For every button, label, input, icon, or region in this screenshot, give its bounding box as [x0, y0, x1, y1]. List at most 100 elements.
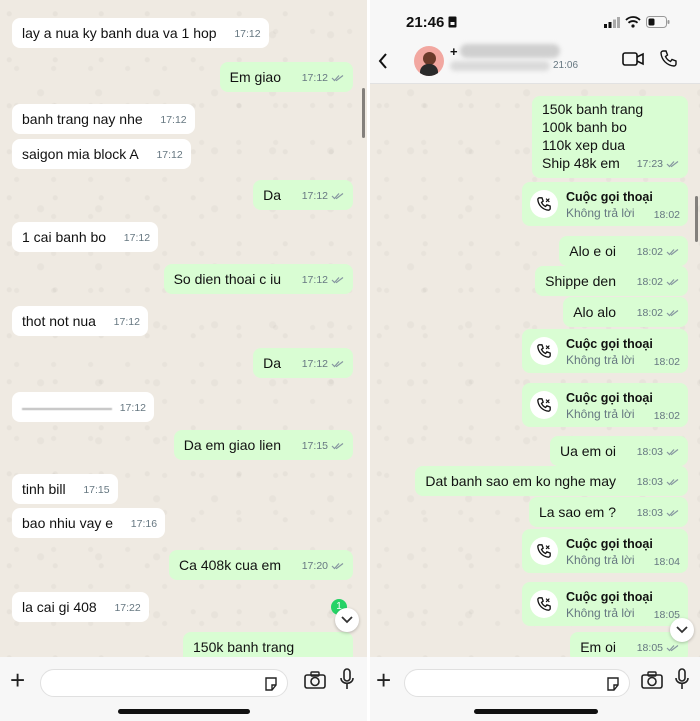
- outgoing-message[interactable]: So dien thoai c iu 17:12: [163, 264, 353, 294]
- plus-icon[interactable]: +: [10, 667, 25, 693]
- right-message-input[interactable]: [404, 669, 630, 697]
- right-scrollbar[interactable]: [695, 196, 698, 242]
- left-message-input[interactable]: [40, 669, 288, 697]
- message-time: 17:12: [302, 187, 345, 205]
- message-text: banh trang nay nhe: [22, 111, 143, 127]
- double-check-icon: [328, 557, 345, 575]
- outgoing-message[interactable]: Alo e oi 18:02: [559, 236, 688, 266]
- message-text: Shippe den: [545, 273, 616, 289]
- message-time: 17:15: [83, 484, 110, 496]
- missed-voice-call[interactable]: Cuộc gọi thoại Không trả lời 18:04: [522, 529, 688, 573]
- outgoing-message[interactable]: Alo alo 18:02: [563, 297, 688, 327]
- video-call-icon[interactable]: [622, 52, 644, 66]
- outgoing-message[interactable]: 150k banh trang 100k banh bo 110k xep dua S…: [532, 96, 688, 178]
- microphone-icon[interactable]: [340, 668, 354, 690]
- message-text: saigon mia block A: [22, 146, 139, 162]
- message-text: Da: [263, 355, 281, 371]
- right-chat-pane: 17:22150k banh trang100k banh bo110k xep…: [370, 0, 700, 721]
- message-time: 18:02: [637, 243, 680, 261]
- camera-icon[interactable]: [304, 671, 326, 689]
- scroll-down-button[interactable]: [335, 608, 359, 632]
- incoming-message[interactable]: banh trang nay nhe 17:12: [12, 104, 195, 134]
- outgoing-message[interactable]: Em giao 17:12: [219, 62, 353, 92]
- incoming-message[interactable]: lay a nua ky banh dua va 1 hop 17:12: [12, 18, 269, 48]
- message-time: 18:02: [637, 273, 680, 291]
- camera-icon[interactable]: [641, 671, 663, 689]
- message-text: 150k banh trang: [193, 639, 295, 655]
- sticker-icon[interactable]: [605, 676, 621, 692]
- left-scrollbar[interactable]: [362, 88, 365, 138]
- message-time: 18:03: [637, 473, 680, 491]
- wifi-icon: [625, 16, 641, 28]
- message-time: 17:12: [113, 316, 140, 328]
- scroll-down-button-right[interactable]: [670, 618, 694, 642]
- message-time: 17:12: [302, 69, 345, 87]
- signal-icon: [604, 17, 620, 28]
- outgoing-message[interactable]: Shippe den 18:02: [535, 266, 688, 296]
- redacted-text: [22, 408, 112, 410]
- phone-call-icon: [530, 537, 558, 565]
- message-text: So dien thoai c iu: [173, 271, 281, 287]
- call-title: Cuộc gọi thoại: [566, 337, 653, 351]
- redacted-message[interactable]: 17:12: [12, 392, 154, 422]
- call-title: Cuộc gọi thoại: [566, 590, 653, 604]
- message-text: 1 cai banh bo: [22, 229, 107, 245]
- message-time: 17:12: [302, 355, 345, 373]
- call-title: Cuộc gọi thoại: [566, 391, 653, 405]
- call-time: 18:04: [653, 556, 680, 568]
- missed-voice-call[interactable]: Cuộc gọi thoại Không trả lời 18:02: [522, 329, 688, 373]
- incoming-message[interactable]: tinh bill 17:15: [12, 474, 118, 504]
- message-text: Alo e oi: [569, 243, 616, 259]
- double-check-icon: [663, 504, 680, 522]
- phone-icon[interactable]: [660, 50, 677, 67]
- incoming-message[interactable]: 1 cai banh bo 17:12: [12, 222, 159, 252]
- redacted-subtitle: [450, 61, 550, 71]
- message-time: 17:12: [160, 114, 187, 126]
- chevron-left-icon[interactable]: [378, 52, 388, 70]
- outgoing-message[interactable]: Da 17:12: [253, 348, 353, 378]
- microphone-icon[interactable]: [675, 668, 689, 690]
- message-text: Dat banh sao em ko nghe may: [425, 473, 616, 489]
- phone-call-icon: [530, 590, 558, 618]
- outgoing-message[interactable]: Da em giao lien 17:15: [173, 430, 353, 460]
- missed-voice-call[interactable]: Cuộc gọi thoại Không trả lời 18:02: [522, 383, 688, 427]
- call-title: Cuộc gọi thoại: [566, 537, 653, 551]
- call-status: Không trả lời: [566, 353, 635, 367]
- incoming-message[interactable]: la cai gi 408 17:22: [12, 592, 149, 622]
- outgoing-message[interactable]: Ua em oi 18:03: [549, 436, 688, 466]
- redacted-name: [460, 44, 560, 58]
- message-text: Em oi: [580, 639, 616, 655]
- double-check-icon: [663, 443, 680, 461]
- incoming-message[interactable]: saigon mia block A 17:12: [12, 139, 191, 169]
- outgoing-message[interactable]: La sao em ? 18:03: [528, 497, 688, 527]
- double-check-icon: [328, 187, 345, 205]
- contact-name[interactable]: +: [450, 44, 458, 59]
- message-text: tinh bill: [22, 481, 66, 497]
- outgoing-message[interactable]: Da 17:12: [253, 180, 353, 210]
- message-text: la cai gi 408: [22, 599, 97, 615]
- missed-voice-call[interactable]: Cuộc gọi thoại Không trả lời 18:02: [522, 182, 688, 226]
- sticker-icon[interactable]: [263, 676, 279, 692]
- message-time: 18:05: [637, 639, 680, 657]
- left-compose-bar: +: [0, 657, 367, 721]
- missed-voice-call[interactable]: Cuộc gọi thoại Không trả lời 18:05: [522, 582, 688, 626]
- id-card-icon: [448, 16, 457, 28]
- message-time: 17:12: [119, 402, 146, 414]
- avatar[interactable]: [414, 46, 444, 76]
- incoming-message[interactable]: thot not nua 17:12: [12, 306, 148, 336]
- call-status: Không trả lời: [566, 606, 635, 620]
- message-text: Da: [263, 187, 281, 203]
- call-time: 18:02: [653, 356, 680, 368]
- message-time: 17:12: [123, 232, 151, 244]
- chevron-down-icon: [676, 626, 688, 634]
- message-time: 17:23: [637, 155, 680, 173]
- outgoing-message[interactable]: Dat banh sao em ko nghe may 18:03: [415, 466, 688, 496]
- double-check-icon: [663, 155, 680, 173]
- plus-icon[interactable]: +: [376, 667, 391, 693]
- message-text: Ca 408k cua em: [179, 557, 281, 573]
- home-indicator: [118, 709, 250, 714]
- incoming-message[interactable]: bao nhiu vay e 17:16: [12, 508, 166, 538]
- message-time: 17:15: [302, 437, 345, 455]
- outgoing-message[interactable]: Ca 408k cua em 17:20: [169, 550, 353, 580]
- message-line: 110k xep dua: [542, 137, 626, 153]
